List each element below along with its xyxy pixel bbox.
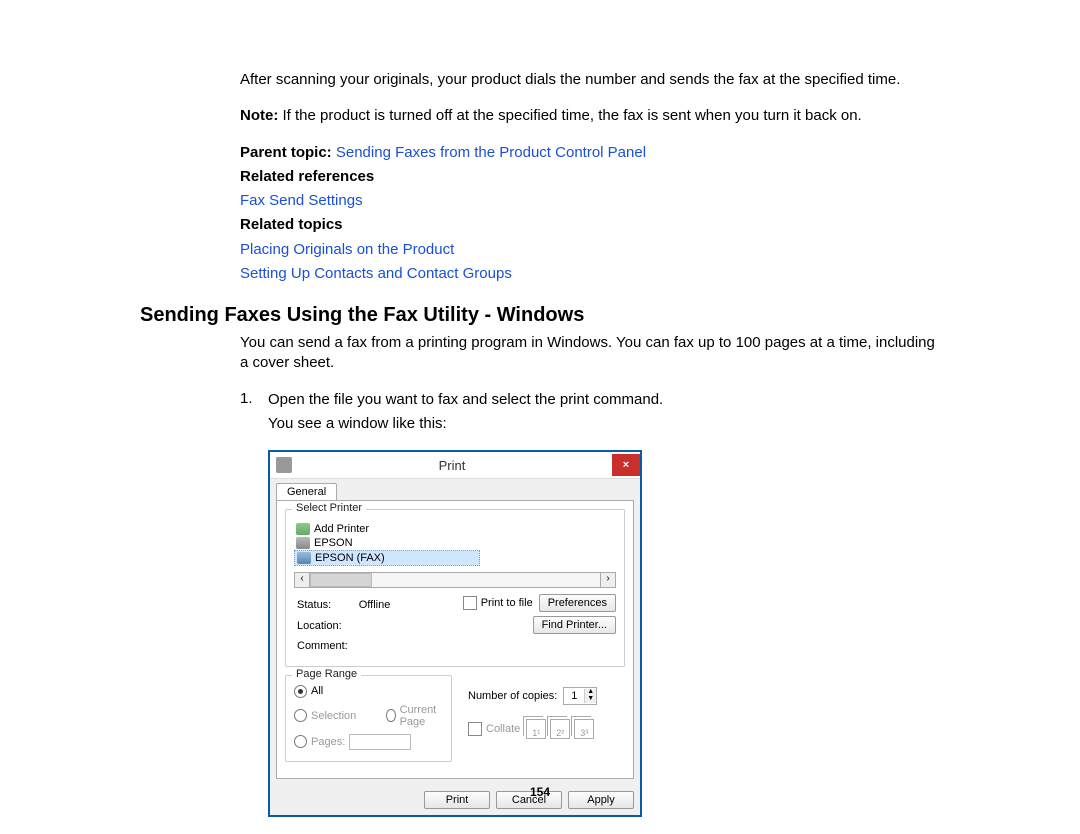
checkbox-icon (468, 722, 482, 736)
group-select-printer-label: Select Printer (292, 502, 366, 514)
collate-checkbox: Collate (468, 722, 520, 736)
printer-list-scrollbar[interactable]: ‹ › (294, 572, 616, 588)
printer-add-printer[interactable]: Add Printer (294, 522, 616, 536)
radio-pages-label: Pages: (311, 736, 345, 748)
print-dialog: Print × General Select Printer (268, 450, 642, 817)
scroll-thumb[interactable] (310, 573, 372, 587)
radio-current-page-label: Current Page (400, 704, 443, 728)
collate-label: Collate (486, 723, 520, 735)
fax-printer-icon (297, 552, 311, 564)
copies-spinner[interactable]: 1 ▲ ▼ (563, 687, 597, 705)
scroll-left-icon[interactable]: ‹ (294, 572, 310, 588)
group-copies: Number of copies: 1 ▲ ▼ (460, 675, 625, 762)
printer-label: Add Printer (314, 523, 369, 535)
group-select-printer: Select Printer Add Printer EPSON (285, 509, 625, 667)
collate-illustration: 1¹ 2² 3³ (526, 719, 594, 739)
step-1-text: Open the file you want to fax and select… (268, 390, 940, 410)
close-button[interactable]: × (612, 454, 640, 476)
printer-epson-fax[interactable]: EPSON (FAX) (294, 550, 480, 566)
radio-current-page: Current Page (386, 704, 443, 728)
radio-icon (294, 685, 307, 698)
copies-value: 1 (564, 690, 584, 702)
dialog-titlebar: Print × (270, 452, 640, 479)
section-heading: Sending Faxes Using the Fax Utility - Wi… (140, 304, 940, 327)
parent-topic-line: Parent topic: Sending Faxes from the Pro… (240, 143, 940, 163)
dialog-tabstrip: General (270, 479, 640, 500)
section-intro-paragraph: You can send a fax from a printing progr… (240, 333, 940, 374)
collate-page-3: 3³ (574, 719, 594, 739)
printer-label: EPSON (314, 537, 353, 549)
print-to-file-checkbox[interactable]: Print to file (463, 596, 533, 610)
comment-label: Comment: (296, 637, 356, 656)
printer-icon (276, 457, 292, 473)
note-paragraph: Note: If the product is turned off at th… (240, 106, 940, 126)
pages-input (349, 734, 411, 750)
add-printer-icon (296, 523, 310, 535)
intro-paragraph: After scanning your originals, your prod… (240, 70, 940, 90)
related-references-heading: Related references (240, 167, 940, 187)
radio-all-label: All (311, 685, 323, 697)
note-text: If the product is turned off at the spec… (278, 107, 861, 124)
link-fax-send-settings[interactable]: Fax Send Settings (240, 192, 363, 209)
parent-topic-label: Parent topic: (240, 144, 336, 161)
printer-epson[interactable]: EPSON (294, 536, 616, 550)
close-icon: × (623, 459, 629, 471)
checkbox-icon (463, 596, 477, 610)
link-placing-originals[interactable]: Placing Originals on the Product (240, 241, 454, 258)
collate-page-1: 1¹ (526, 719, 546, 739)
scroll-track[interactable] (310, 572, 600, 588)
print-to-file-label: Print to file (481, 597, 533, 609)
radio-pages: Pages: (294, 734, 443, 750)
group-page-range-label: Page Range (292, 668, 361, 680)
group-page-range: Page Range All Selection (285, 675, 452, 762)
printer-icon (296, 537, 310, 549)
radio-icon (386, 709, 395, 722)
collate-page-2: 2² (550, 719, 570, 739)
note-label: Note: (240, 107, 278, 124)
printer-label: EPSON (FAX) (315, 552, 385, 564)
spinner-down-icon[interactable]: ▼ (584, 696, 596, 703)
parent-topic-link[interactable]: Sending Faxes from the Product Control P… (336, 144, 646, 161)
radio-selection-label: Selection (311, 710, 356, 722)
preferences-button[interactable]: Preferences (539, 594, 616, 612)
step-1-subtext: You see a window like this: (268, 414, 940, 434)
step-number-1: 1. (240, 390, 268, 817)
printer-list[interactable]: Add Printer EPSON EPSON (FAX) (294, 522, 616, 566)
related-topics-heading: Related topics (240, 215, 940, 235)
radio-all[interactable]: All (294, 685, 443, 698)
status-value: Offline (358, 596, 399, 615)
dialog-title: Print (292, 458, 612, 473)
radio-icon (294, 735, 307, 748)
page-number: 154 (0, 785, 1080, 799)
radio-selection: Selection (294, 704, 356, 728)
radio-icon (294, 709, 307, 722)
link-setting-up-contacts[interactable]: Setting Up Contacts and Contact Groups (240, 265, 512, 282)
copies-label: Number of copies: (468, 690, 557, 702)
status-label: Status: (296, 596, 356, 615)
location-label: Location: (296, 617, 356, 636)
scroll-right-icon[interactable]: › (600, 572, 616, 588)
find-printer-button[interactable]: Find Printer... (533, 616, 616, 634)
tab-general[interactable]: General (276, 483, 337, 500)
